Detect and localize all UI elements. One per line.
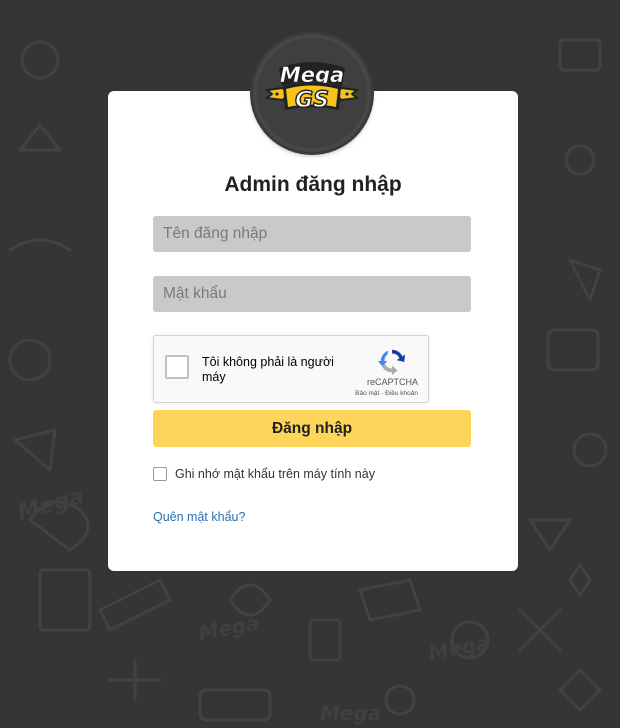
brand-logo: Mega GS	[253, 34, 371, 152]
forgot-password-link[interactable]: Quên mật khẩu?	[153, 510, 245, 524]
recaptcha-icon	[377, 349, 406, 376]
svg-text:Mega: Mega	[15, 484, 87, 526]
recaptcha-checkbox[interactable]	[165, 355, 189, 379]
remember-me[interactable]: Ghi nhớ mật khẩu trên máy tính này	[153, 467, 375, 481]
logo-text-gs: GS	[295, 88, 329, 113]
login-button[interactable]: Đăng nhập	[153, 410, 471, 447]
page-title: Admin đăng nhập	[224, 173, 402, 196]
remember-label: Ghi nhớ mật khẩu trên máy tính này	[175, 467, 375, 481]
recaptcha-label: Tôi không phải là người máy	[202, 355, 334, 384]
remember-checkbox[interactable]	[153, 467, 167, 481]
username-input[interactable]	[153, 216, 471, 252]
recaptcha-links[interactable]: Bảo mật - Điều khoản	[355, 390, 418, 397]
recaptcha-widget: Tôi không phải là người máy reCAPTCHA Bả…	[153, 335, 429, 403]
svg-text:Mega: Mega	[427, 631, 492, 665]
svg-text:Mega: Mega	[320, 701, 381, 725]
login-card: Admin đăng nhập Tôi không phải là người …	[108, 91, 518, 571]
recaptcha-brand: reCAPTCHA	[366, 377, 418, 387]
megags-logo-icon: Mega GS	[253, 34, 371, 152]
svg-text:Mega: Mega	[197, 611, 262, 645]
password-input[interactable]	[153, 276, 471, 312]
